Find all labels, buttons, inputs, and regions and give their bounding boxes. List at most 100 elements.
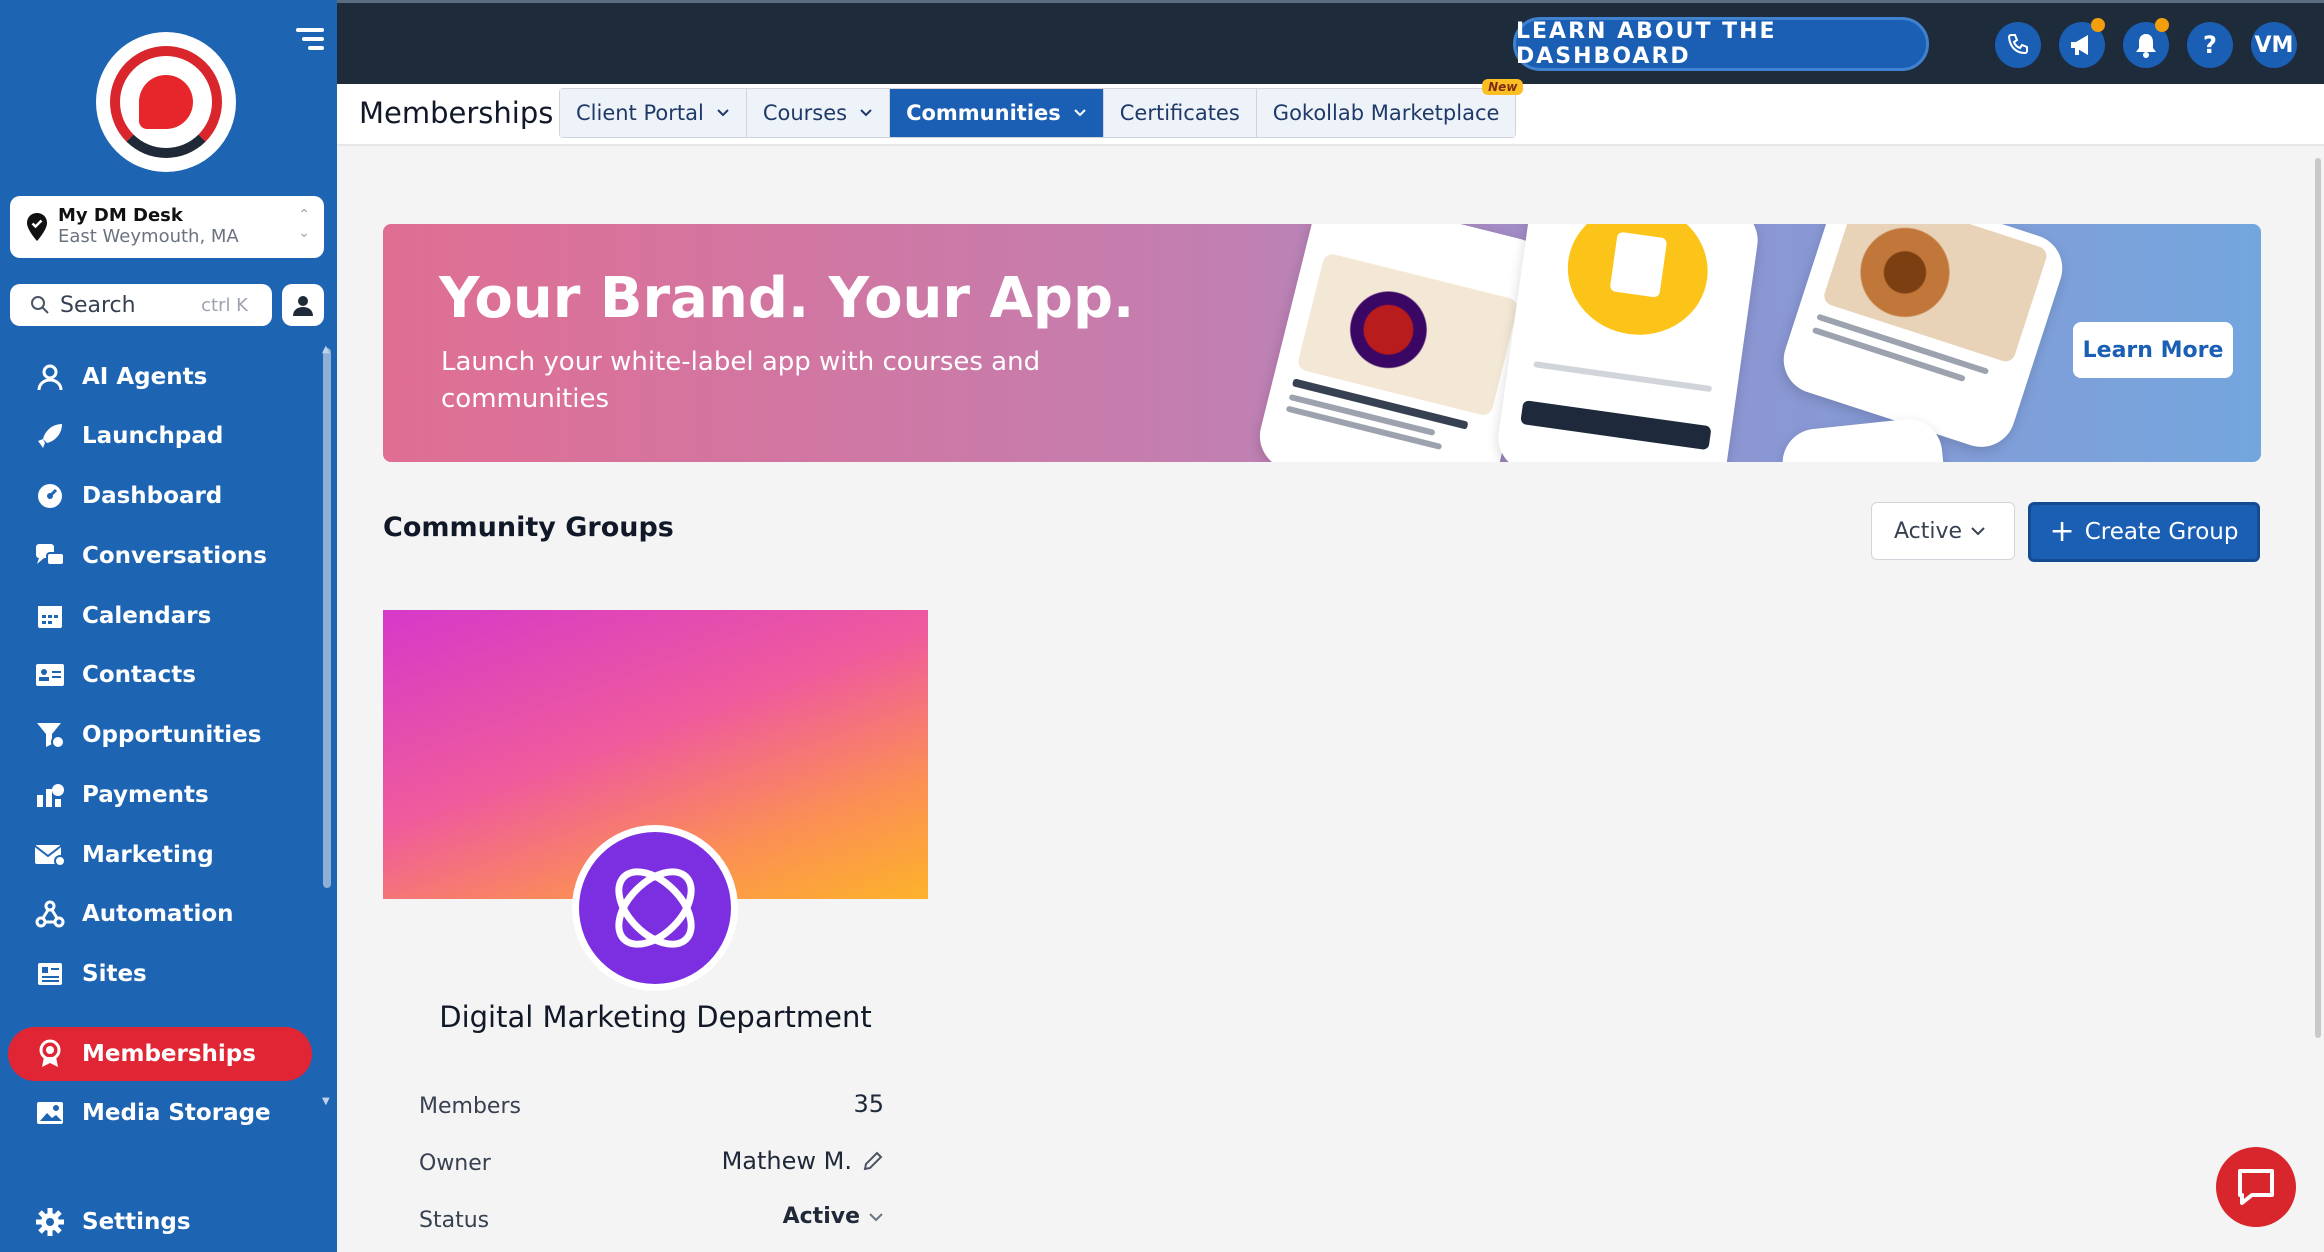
owner-value[interactable]: Mathew M. — [722, 1147, 884, 1175]
banner-title: Your Brand. Your App. — [439, 266, 1135, 331]
status-row: Status Active — [419, 1200, 894, 1240]
location-switcher[interactable]: My DM Desk East Weymouth, MA ⌃ ⌄ — [10, 196, 324, 258]
promo-banner: Your Brand. Your App. Launch your white-… — [383, 224, 2261, 462]
sidebar-item-automation[interactable]: Automation — [8, 887, 312, 941]
calendar-icon — [34, 600, 66, 632]
sidebar-item-label: Calendars — [82, 603, 212, 629]
scroll-down-icon[interactable]: ▼ — [322, 1096, 330, 1107]
chat-widget-button[interactable] — [2216, 1147, 2296, 1227]
tab-label: Gokollab Marketplace — [1272, 101, 1500, 125]
status-filter-select[interactable]: Active — [1871, 502, 2015, 560]
envelope-icon — [34, 839, 66, 871]
sidebar-item-label: Media Storage — [82, 1100, 271, 1126]
sidebar-item-label: Payments — [82, 782, 209, 808]
sidebar-item-label: Launchpad — [82, 423, 224, 449]
help-button[interactable]: ? — [2187, 22, 2233, 68]
tab-communities[interactable]: Communities — [890, 89, 1104, 137]
sidebar-item-marketing[interactable]: Marketing — [8, 828, 312, 882]
status-filter-value: Active — [1894, 518, 1963, 544]
create-group-label: Create Group — [2084, 519, 2239, 545]
sidebar-item-label: Sites — [82, 961, 147, 987]
automation-icon — [34, 898, 66, 930]
tab-certificates[interactable]: Certificates — [1103, 89, 1257, 137]
chevron-down-icon — [860, 109, 872, 117]
image-icon — [34, 1097, 66, 1129]
owner-label: Owner — [419, 1151, 491, 1176]
funnel-icon — [34, 719, 66, 751]
main-scrollbar[interactable] — [2312, 146, 2324, 1252]
tab-courses[interactable]: Courses — [746, 89, 891, 137]
create-group-button[interactable]: + Create Group — [2028, 502, 2260, 562]
megaphone-icon — [2071, 35, 2088, 55]
chat-icon — [2238, 1169, 2274, 1205]
sidebar-item-media-storage[interactable]: Media Storage — [8, 1086, 312, 1140]
chevron-down-icon — [1074, 109, 1086, 117]
gear-icon — [34, 1206, 66, 1238]
chevron-down-icon — [1971, 527, 1985, 536]
tab-bar: Client Portal Courses Communities Certif… — [559, 79, 1524, 138]
sidebar-item-dashboard[interactable]: Dashboard — [8, 469, 312, 523]
section-header: Memberships Client Portal Courses Commun… — [337, 79, 2324, 146]
status-select[interactable]: Active — [783, 1204, 884, 1229]
sidebar-item-label: Dashboard — [82, 483, 223, 509]
user-icon — [293, 296, 313, 316]
notifications-button[interactable] — [2123, 18, 2169, 68]
group-avatar — [572, 825, 738, 991]
group-name: Digital Marketing Department — [439, 1000, 872, 1034]
tab-label: Certificates — [1119, 101, 1240, 125]
members-label: Members — [419, 1094, 521, 1119]
brand-logo[interactable] — [96, 32, 236, 172]
membership-badge-icon — [34, 1038, 66, 1070]
sidebar-item-settings[interactable]: Settings — [8, 1195, 312, 1249]
search-shortcut: ctrl K — [201, 294, 248, 316]
sidebar-item-conversations[interactable]: Conversations — [8, 529, 312, 583]
sidebar-item-opportunities[interactable]: Opportunities — [8, 708, 312, 762]
status-label: Status — [419, 1208, 490, 1233]
contact-card-icon — [34, 659, 66, 691]
user-profile-button[interactable] — [282, 284, 324, 326]
sidebar: My DM Desk East Weymouth, MA ⌃ ⌄ Search c… — [0, 0, 337, 1252]
sidebar-item-calendars[interactable]: Calendars — [8, 589, 312, 643]
search-input[interactable]: Search ctrl K — [10, 284, 272, 326]
search-icon — [31, 296, 49, 314]
scroll-up-icon[interactable]: ▲ — [322, 344, 330, 355]
community-groups-title: Community Groups — [383, 512, 674, 543]
sidebar-item-label: Automation — [82, 901, 234, 927]
phone-button[interactable] — [1995, 22, 2041, 68]
phone-mockup-bagels — [1774, 224, 2072, 456]
sidebar-item-contacts[interactable]: Contacts — [8, 648, 312, 702]
chevron-down-icon — [717, 109, 729, 117]
notification-dot — [2091, 18, 2105, 32]
sidebar-item-payments[interactable]: Payments — [8, 768, 312, 822]
sidebar-item-label: Conversations — [82, 543, 267, 569]
group-card[interactable]: Digital Marketing Department Members 35 … — [383, 610, 928, 1252]
sidebar-item-label: Marketing — [82, 842, 214, 868]
status-value: Active — [782, 1204, 860, 1229]
learn-dashboard-button[interactable]: LEARN ABOUT THE DASHBOARD — [1513, 17, 1929, 71]
page-title: Memberships — [359, 96, 554, 130]
sidebar-item-memberships[interactable]: Memberships — [8, 1027, 312, 1081]
chat-bubbles-icon — [34, 540, 66, 572]
sidebar-item-ai-agents[interactable]: AI Agents — [8, 350, 312, 404]
pencil-icon[interactable] — [862, 1150, 884, 1172]
tab-client-portal[interactable]: Client Portal — [560, 89, 747, 137]
search-label: Search — [60, 292, 136, 318]
announcements-button[interactable] — [2059, 18, 2105, 68]
learn-more-button[interactable]: Learn More — [2073, 322, 2233, 378]
sites-icon — [34, 958, 66, 990]
sidebar-item-label: Contacts — [82, 662, 196, 688]
ai-agent-icon — [34, 361, 66, 393]
main-content: Your Brand. Your App. Launch your white-… — [337, 146, 2324, 1252]
collapse-menu-icon[interactable] — [296, 28, 324, 54]
banner-subtitle: Launch your white-label app with courses… — [441, 347, 1041, 414]
phone-mockup-signin — [1493, 224, 1763, 462]
dashboard-gauge-icon — [34, 480, 66, 512]
sidebar-scrollbar[interactable] — [323, 348, 331, 888]
bell-icon — [2136, 34, 2156, 58]
phone-mockup-small — [1779, 415, 1947, 462]
tab-gokollab-marketplace[interactable]: Gokollab Marketplace New — [1256, 79, 1524, 137]
sidebar-item-sites[interactable]: Sites — [8, 947, 312, 1001]
user-avatar[interactable]: VM — [2251, 22, 2297, 68]
sidebar-item-launchpad[interactable]: Launchpad — [8, 409, 312, 463]
location-chevron-icon: ⌃ ⌄ — [298, 207, 310, 241]
